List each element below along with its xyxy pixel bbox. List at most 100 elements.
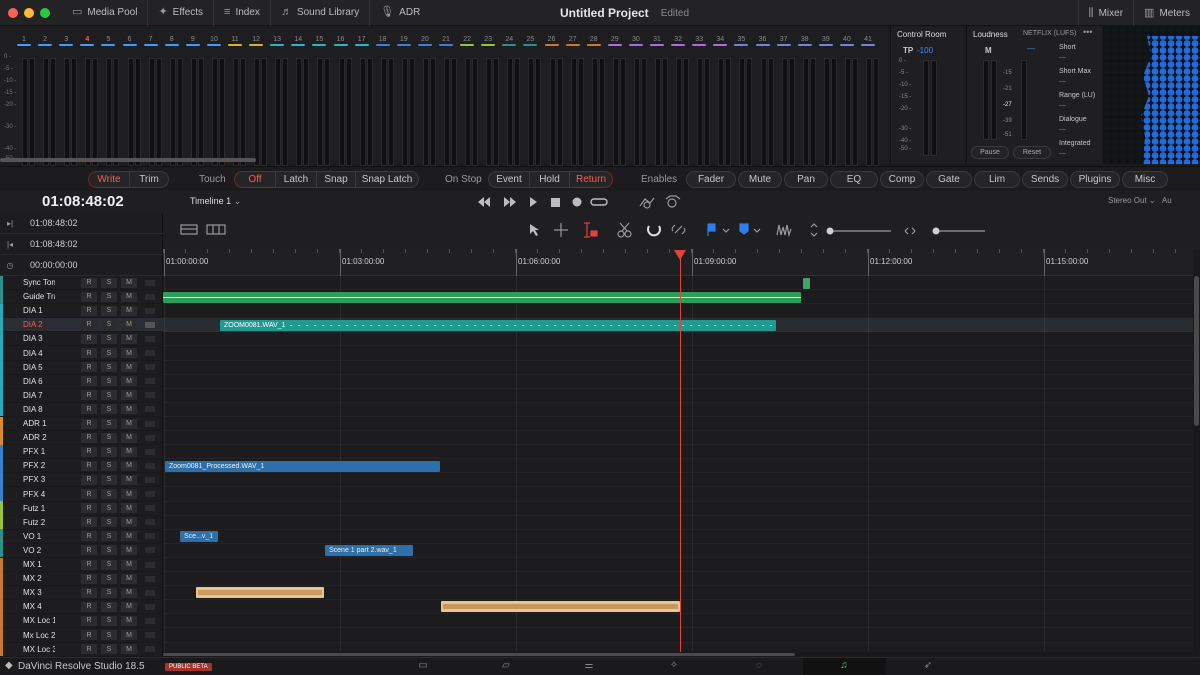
stop-button[interactable] [551,198,560,207]
vertical-zoom-slider-handle[interactable] [826,227,834,235]
record-arm-button[interactable]: R [81,460,97,471]
mute-button[interactable]: M [121,601,137,612]
record-arm-button[interactable]: R [81,587,97,598]
track-header[interactable]: Futz 2 RSM [0,515,163,530]
solo-button[interactable]: S [101,615,117,626]
solo-button[interactable]: S [101,432,117,443]
track-name[interactable]: Futz 2 [3,518,55,527]
color-page-button[interactable]: ◌ [746,660,772,674]
track-header[interactable]: MX Loc 1 RSM [0,613,163,629]
mute-button[interactable]: M [121,376,137,387]
pfx-clip[interactable]: Zoom0081_Processed.WAV_1 [165,461,440,472]
track-name[interactable]: MX 2 [3,574,55,583]
timecode-row-1[interactable]: ▸| 01:08:48:02 [0,213,163,234]
track-header[interactable]: MX 1 RSM [0,557,163,572]
record-arm-button[interactable]: R [81,404,97,415]
solo-button[interactable]: S [101,446,117,457]
vo2-clip[interactable]: Scene 1 part 2.wav_1 [325,545,413,556]
record-arm-button[interactable]: R [81,573,97,584]
timeline-tracks-area[interactable]: ZOOM0081.WAV_1 Zoom0081_Processed.WAV_1 … [163,276,1193,656]
track-header[interactable]: MX 3 RSM [0,585,163,601]
record-arm-button[interactable]: R [81,601,97,612]
mute-button[interactable]: M [121,644,137,655]
track-name[interactable]: DIA 2 [3,320,55,329]
solo-button[interactable]: S [101,559,117,570]
mute-button[interactable]: M [121,446,137,457]
track-header[interactable]: DIA 2 RSM [0,317,163,333]
marker-icon[interactable] [739,223,749,235]
track-name[interactable]: MX 4 [3,602,55,611]
track-name[interactable]: Guide Track [3,292,55,301]
meters-scrollbar[interactable] [0,158,256,162]
mute-button[interactable]: M [121,460,137,471]
track-name[interactable]: PFX 2 [3,461,55,470]
enable-mute-button[interactable]: Mute [738,171,782,188]
mx4-clip[interactable] [441,601,680,612]
enable-sends-button[interactable]: Sends [1022,171,1068,188]
automation-settings-icon[interactable] [665,195,681,208]
track-header[interactable]: Guide Track RSM [0,289,163,305]
horizontal-zoom-icon[interactable] [904,227,916,235]
solo-button[interactable]: S [101,390,117,401]
on-stop-hold-button[interactable]: Hold [529,171,570,188]
track-name[interactable]: DIA 7 [3,391,55,400]
track-header[interactable]: MX 2 RSM [0,571,163,587]
vertical-scrollbar[interactable] [1193,276,1200,656]
mute-button[interactable]: M [121,489,137,499]
play-button[interactable] [530,197,537,207]
record-arm-button[interactable]: R [81,418,97,429]
fairlight-page-icon-wrap[interactable]: ♫ [831,660,857,674]
track-name[interactable]: MX Loc 1 [3,616,55,625]
enable-lim-button[interactable]: Lim [974,171,1020,188]
record-arm-button[interactable]: R [81,432,97,443]
mx3-clip[interactable] [196,587,324,598]
track-name[interactable]: VO 2 [3,546,55,555]
mute-button[interactable]: M [121,630,137,640]
record-arm-button[interactable]: R [81,446,97,457]
record-button[interactable] [572,197,582,207]
link-icon[interactable] [671,224,686,235]
track-name[interactable]: Sync Tone [3,278,55,287]
record-arm-button[interactable]: R [81,615,97,626]
mute-button[interactable]: M [121,418,137,429]
track-name[interactable]: DIA 6 [3,377,55,386]
track-header[interactable]: PFX 3 RSM [0,472,163,488]
track-name[interactable]: ADR 2 [3,433,55,442]
on-stop-event-button[interactable]: Event [488,171,530,188]
track-header[interactable]: PFX 4 RSM [0,487,163,502]
solo-button[interactable]: S [101,601,117,612]
edit-page-button[interactable]: ⚌ [576,660,602,674]
record-arm-button[interactable]: R [81,291,97,302]
solo-button[interactable]: S [101,489,117,499]
solo-button[interactable]: S [101,545,117,556]
trim-automation-button[interactable]: Trim [129,171,169,188]
meters-button[interactable]: ▥ Meters [1134,0,1200,26]
record-arm-button[interactable]: R [81,390,97,401]
vo1-clip[interactable]: Sce...v_1 [180,531,218,542]
track-name[interactable]: DIA 4 [3,349,55,358]
enable-misc-button[interactable]: Misc [1122,171,1168,188]
enable-pan-button[interactable]: Pan [784,171,828,188]
track-header[interactable]: Mx Loc 2 RSM [0,628,163,643]
snapping-icon[interactable] [647,225,661,237]
track-name[interactable]: PFX 1 [3,447,55,456]
timecode-row-2[interactable]: |◂ 01:08:48:02 [0,234,163,255]
track-header[interactable]: VO 1 RSM [0,529,163,544]
index-button[interactable]: ≡ Index [214,0,271,26]
touch-latch-button[interactable]: Latch [275,171,317,188]
record-arm-button[interactable]: R [81,362,97,373]
zoom-window-button[interactable] [40,7,50,18]
solo-button[interactable]: S [101,418,117,429]
track-header[interactable]: Sync Tone RSM [0,275,163,290]
track-name[interactable]: MX 1 [3,560,55,569]
main-timecode[interactable]: 01:08:48:02 [42,193,124,210]
mute-button[interactable]: M [121,277,137,288]
track-header[interactable]: DIA 3 RSM [0,331,163,347]
timeline-selector[interactable]: Timeline 1 ⌄ [190,196,241,207]
solo-button[interactable]: S [101,460,117,471]
record-arm-button[interactable]: R [81,319,97,330]
loudness-options-icon[interactable]: ••• [1083,27,1092,37]
track-name[interactable]: ADR 1 [3,419,55,428]
timecode-row-3[interactable]: ◷ 00:00:00:00 [0,255,163,276]
solo-button[interactable]: S [101,587,117,598]
